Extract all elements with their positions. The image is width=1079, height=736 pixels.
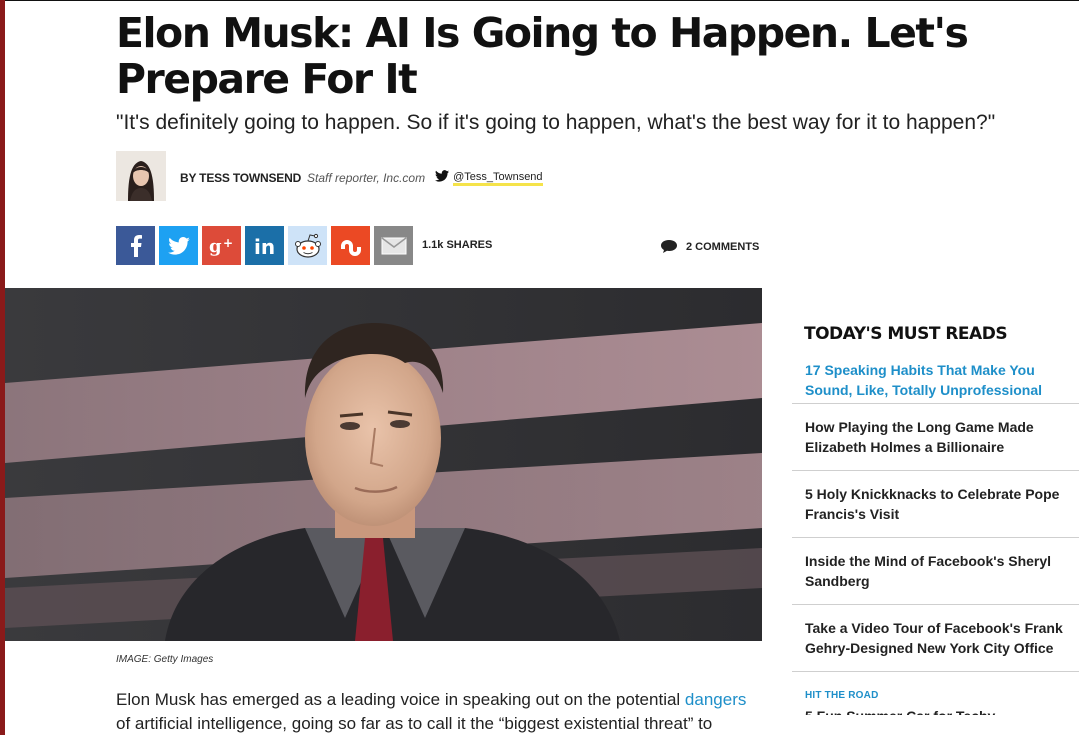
comment-bubble-icon bbox=[661, 240, 677, 253]
must-read-item[interactable]: Take a Video Tour of Facebook's Frank Ge… bbox=[792, 605, 1079, 672]
email-icon bbox=[381, 236, 406, 254]
twitter-handle[interactable]: @Tess_Townsend bbox=[453, 171, 543, 186]
email-share-button[interactable] bbox=[374, 226, 413, 265]
must-read-title[interactable]: Take a Video Tour of Facebook's Frank Ge… bbox=[805, 618, 1073, 658]
twitter-share-button[interactable] bbox=[159, 226, 198, 265]
article-body-paragraph: Elon Musk has emerged as a leading voice… bbox=[116, 688, 762, 736]
share-bar: g + in bbox=[116, 226, 417, 265]
must-read-title[interactable]: Inside the Mind of Facebook's Sheryl San… bbox=[805, 551, 1073, 591]
must-read-item[interactable]: 17 Speaking Habits That Make You Sound, … bbox=[792, 344, 1079, 404]
stumbleupon-share-button[interactable] bbox=[331, 226, 370, 265]
share-count: 1.1k SHARES bbox=[422, 239, 493, 251]
body-text-end: of artificial intelligence, going so far… bbox=[116, 714, 713, 733]
author-role: Staff reporter, Inc.com bbox=[307, 171, 426, 185]
sidebar-title: TODAY'S MUST READS bbox=[804, 324, 1008, 344]
author-twitter[interactable]: @Tess_Townsend bbox=[435, 169, 543, 187]
must-read-title[interactable]: 17 Speaking Habits That Make You Sound, … bbox=[805, 360, 1073, 400]
top-divider bbox=[5, 0, 1079, 1]
comments-link[interactable]: 2 COMMENTS bbox=[660, 239, 759, 254]
linkedin-icon: in bbox=[254, 235, 275, 257]
google-plus-icon: g + bbox=[209, 236, 233, 257]
byline: BY TESS TOWNSEND Staff reporter, Inc.com… bbox=[180, 170, 543, 186]
reddit-icon bbox=[294, 233, 321, 258]
comments-count: 2 COMMENTS bbox=[686, 240, 760, 253]
hero-image bbox=[5, 288, 762, 641]
must-read-title[interactable]: How Playing the Long Game Made Elizabeth… bbox=[805, 417, 1073, 457]
must-read-title-partial[interactable]: 5 Fun Summer Car for Techy... bbox=[805, 706, 1006, 715]
author-avatar[interactable] bbox=[116, 151, 166, 201]
svg-text:in: in bbox=[254, 235, 275, 257]
dangers-link[interactable]: dangers bbox=[685, 690, 746, 709]
body-text-start: Elon Musk has emerged as a leading voice… bbox=[116, 690, 685, 709]
must-read-title[interactable]: 5 Holy Knickknacks to Celebrate Pope Fra… bbox=[805, 484, 1073, 524]
article-dek: "It's definitely going to happen. So if … bbox=[116, 111, 996, 134]
google-plus-share-button[interactable]: g + bbox=[202, 226, 241, 265]
reddit-share-button[interactable] bbox=[288, 226, 327, 265]
svg-text:+: + bbox=[223, 236, 233, 250]
category-label[interactable]: HIT THE ROAD bbox=[805, 690, 879, 701]
must-read-item[interactable]: How Playing the Long Game Made Elizabeth… bbox=[792, 404, 1079, 471]
must-read-item[interactable]: Inside the Mind of Facebook's Sheryl San… bbox=[792, 538, 1079, 605]
twitter-icon bbox=[167, 236, 190, 255]
stumbleupon-icon bbox=[340, 239, 361, 256]
must-read-item[interactable]: 5 Holy Knickknacks to Celebrate Pope Fra… bbox=[792, 471, 1079, 538]
image-caption: IMAGE: Getty Images bbox=[116, 654, 214, 665]
facebook-icon bbox=[130, 234, 142, 257]
author-name[interactable]: BY TESS TOWNSEND bbox=[180, 171, 301, 185]
linkedin-share-button[interactable]: in bbox=[245, 226, 284, 265]
article-headline: Elon Musk: AI Is Going to Happen. Let's … bbox=[116, 9, 969, 103]
twitter-bird-icon bbox=[435, 169, 450, 187]
facebook-share-button[interactable] bbox=[116, 226, 155, 265]
svg-text:g: g bbox=[209, 236, 222, 257]
